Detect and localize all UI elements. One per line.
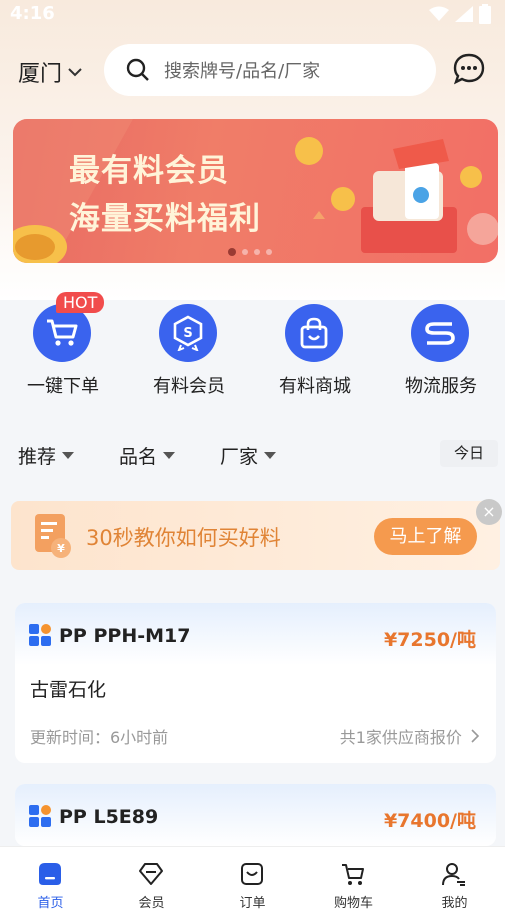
carousel-dot[interactable] [228,248,236,256]
tab-label: 首页 [37,896,64,910]
close-icon[interactable]: × [476,499,502,525]
learn-more-button[interactable]: 马上了解 [374,518,477,555]
tip-text: 30秒教你如何买好料 [86,526,281,550]
product-name: PP L5E89 [59,806,159,828]
shopping-bag-icon [300,317,328,349]
carousel-dot[interactable] [266,249,272,255]
quick-actions: HOT 一键下单 S 有料会员 有料商城 物流服务 [0,292,505,402]
tab-label: 会员 [138,896,165,910]
today-toggle[interactable]: 今日 [440,440,498,467]
chat-bubble-icon [453,53,485,85]
carousel-dot[interactable] [254,249,260,255]
home-icon [39,863,61,885]
status-bar: 4:16 [0,0,505,28]
tab-label: 购物车 [333,896,373,910]
category-grid-icon [29,624,51,646]
caret-down-icon [264,452,277,459]
update-time: 更新时间：6小时前 [30,728,169,747]
filter-manufacturer[interactable]: 厂家 [220,442,277,469]
quick-action-one-click-order[interactable]: HOT 一键下单 [0,292,126,402]
product-price: ¥7250/吨 [383,629,476,651]
top-header: 厦门 搜索牌号/品名/厂家 [0,44,505,96]
quick-action-logistics[interactable]: 物流服务 [378,292,504,402]
product-price: ¥7400/吨 [383,810,476,832]
filter-label: 品名 [119,446,158,468]
logistics-icon [425,322,455,345]
chevron-down-icon [68,68,82,77]
tab-label: 订单 [239,896,266,910]
product-card[interactable]: PP L5E89 ¥7400/吨 [15,784,496,846]
search-icon [126,58,149,81]
filter-product-name[interactable]: 品名 [119,442,176,469]
product-card[interactable]: PP PPH-M17 ¥7250/吨 古雷石化 更新时间：6小时前 共1家供应商… [15,603,496,763]
bottom-tab-bar: 首页 会员 订单 购物车 我的 [0,846,505,910]
category-grid-icon [29,805,51,827]
banner-decoration [13,119,498,263]
tab-cart[interactable]: 购物车 [303,847,404,910]
signal-icon [455,6,473,22]
svg-text:¥: ¥ [57,542,65,555]
city-label: 厦门 [18,62,63,87]
banner-subtitle: 海量买料福利 [69,201,261,237]
message-button[interactable] [452,52,486,90]
quick-action-label: 有料商城 [279,376,351,397]
supplier-count: 共1家供应商报价 [339,728,462,747]
filter-bar: 推荐 品名 厂家 今日 [0,440,505,470]
product-name: PP PPH-M17 [59,625,191,647]
promo-banner[interactable]: 最有料会员 海量买料福利 [13,119,498,263]
cart-icon [47,319,78,346]
tab-profile[interactable]: 我的 [404,847,505,910]
member-badge-icon: S [173,315,203,351]
search-placeholder: 搜索牌号/品名/厂家 [164,61,321,82]
filter-recommend[interactable]: 推荐 [18,442,75,469]
hot-badge: HOT [56,292,105,313]
chevron-right-icon [471,729,480,743]
quick-action-label: 一键下单 [27,376,99,397]
supplier-quotes-link[interactable]: 共1家供应商报价 [340,724,480,748]
banner-title: 最有料会员 [69,153,229,189]
order-icon [241,863,263,885]
product-manufacturer: 古雷石化 [30,679,107,701]
city-selector[interactable]: 厦门 [18,56,82,88]
quick-action-mall[interactable]: 有料商城 [252,292,378,402]
document-price-icon: ¥ [35,514,71,558]
svg-text:S: S [183,326,192,341]
caret-down-icon [62,452,75,459]
quick-action-label: 物流服务 [405,376,477,397]
filter-label: 厂家 [220,446,259,468]
tip-banner[interactable]: ¥ 30秒教你如何买好料 马上了解 × [11,499,502,570]
tab-member[interactable]: 会员 [101,847,202,910]
tab-home[interactable]: 首页 [0,847,101,910]
quick-action-label: 有料会员 [153,376,225,397]
diamond-icon [139,863,163,885]
filter-label: 推荐 [18,446,57,468]
search-input[interactable]: 搜索牌号/品名/厂家 [104,44,436,96]
wifi-icon [429,6,449,21]
user-icon [442,863,465,886]
tab-label: 我的 [441,896,468,910]
tab-orders[interactable]: 订单 [202,847,303,910]
caret-down-icon [163,452,176,459]
cart-icon [342,864,364,885]
battery-icon [479,4,491,24]
status-time: 4:16 [10,3,55,24]
quick-action-member[interactable]: S 有料会员 [126,292,252,402]
carousel-indicator [228,248,272,256]
carousel-dot[interactable] [242,249,248,255]
